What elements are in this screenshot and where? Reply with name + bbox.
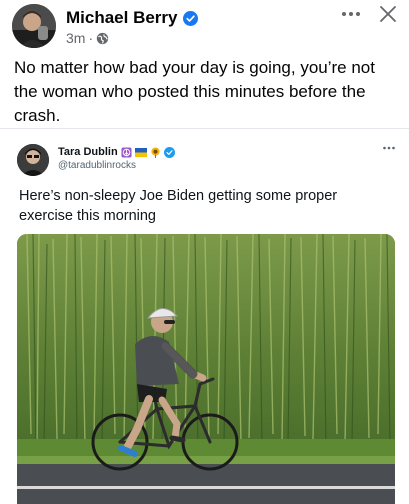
tweet-author-avatar[interactable] [17,144,49,176]
meta-separator: · [88,30,94,46]
author-name[interactable]: Michael Berry [66,8,178,28]
post-header: Michael Berry 3m · [0,0,409,52]
peace-sign-emoji-icon [121,146,132,158]
close-icon[interactable] [378,4,398,24]
tweet-author-handle[interactable]: @taradublinrocks [58,160,136,171]
shared-tweet-card[interactable]: Tara Dublin @taradublinrocks Here’s non-… [0,128,409,504]
tweet-text: Here’s non-sleepy Joe Biden getting some… [19,188,338,224]
post-timestamp[interactable]: 3m [66,30,85,46]
tweet-more-icon[interactable] [382,144,396,152]
post-text: No matter how bad your day is going, you… [14,58,375,125]
verified-badge-icon [163,146,175,158]
ukraine-flag-icon [134,147,147,157]
more-options-icon[interactable] [340,6,362,22]
cyclist-photo-image [17,234,395,504]
author-avatar[interactable] [12,4,56,48]
sunflower-emoji-icon [151,146,160,158]
globe-icon[interactable] [96,32,109,45]
tweet-photo[interactable] [17,234,395,504]
tweet-author-name[interactable]: Tara Dublin [58,146,118,158]
verified-badge-icon [182,10,198,26]
